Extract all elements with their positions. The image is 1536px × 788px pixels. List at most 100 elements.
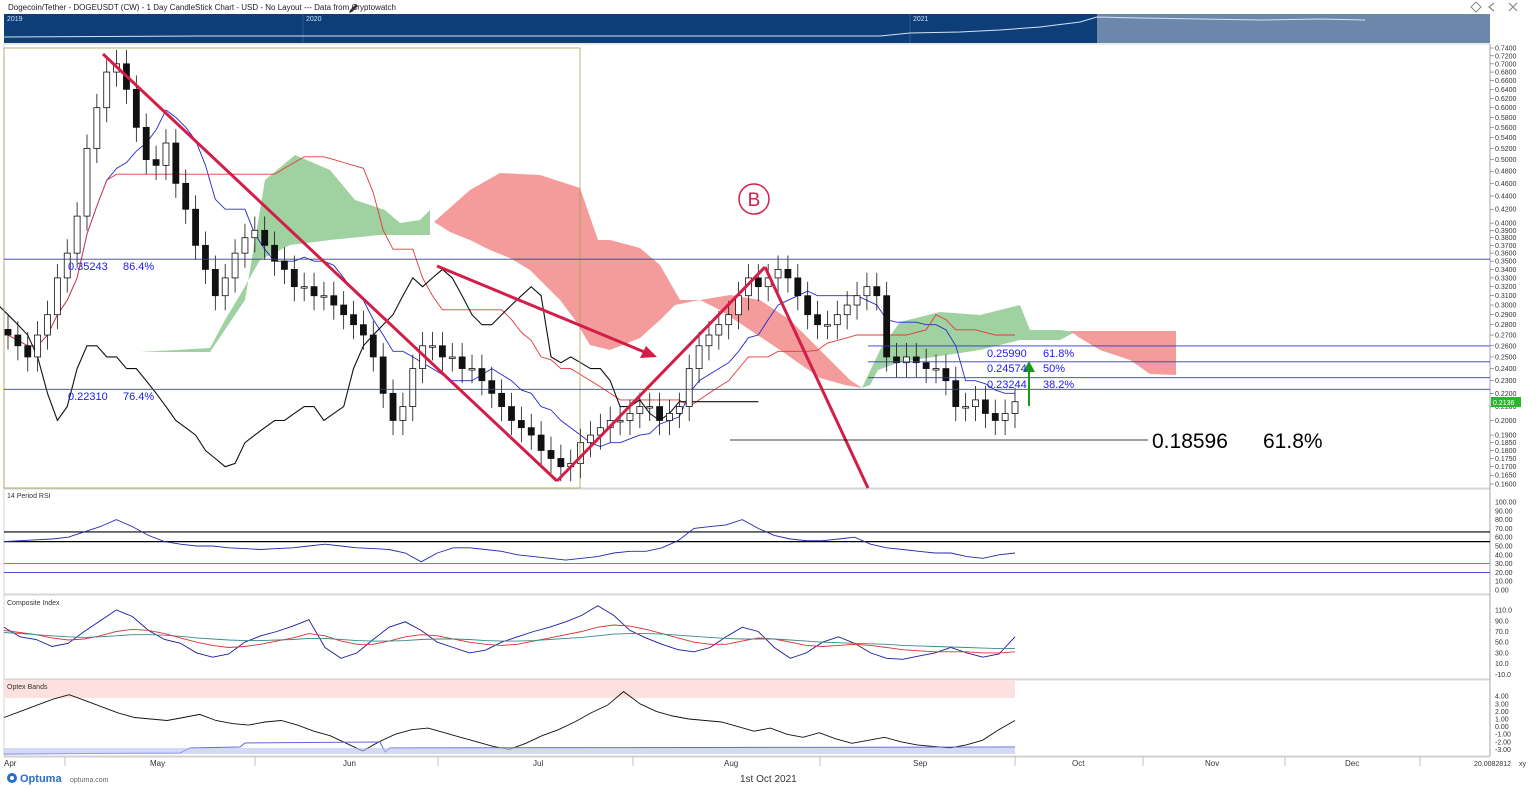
x-axis-label: May [150,759,165,768]
x-axis-label: Sep [913,759,928,768]
cloud-red-2 [1070,331,1176,375]
price-tick-label: 0.1750 [1495,456,1517,463]
rsi-tick-label: 70.00 [1495,526,1513,533]
candle-body [942,368,950,382]
candle-body [202,244,209,270]
rsi-panel: 100.0090.00 80.00 70.00 60.00 50.0040.00 30.0… [3,500,1517,595]
candle-body [360,324,367,336]
rsi-title: 14 Period RSI [7,493,51,500]
candle-body [1001,413,1009,421]
candle-body [784,269,792,279]
price-tick-label: 0.6200 [1495,96,1517,103]
price-tick-label: 0.5800 [1495,115,1517,122]
optex-tick-label: -1.00 [1495,732,1511,739]
candle-body [804,295,812,316]
candle-body [172,142,180,184]
brand-name: Optuma [20,773,62,785]
candle-body [814,314,821,326]
optex-panel: 4.003.002.001.000.00-1.00-2.00-3.00 [3,691,1511,755]
candle-body [152,159,160,166]
candle-body [458,356,466,369]
candle-body [24,345,32,358]
optex-tick-label: 1.00 [1495,717,1509,724]
candle-body [310,286,318,297]
candle-body [537,434,545,451]
candle-body [735,295,742,316]
fib-label-86-value: 0.35243 [68,261,108,273]
trend-line-down-2[interactable] [763,266,870,489]
candle-body [53,277,61,316]
composite-tick-label: 70.0 [1495,629,1509,636]
chevron-left-icon[interactable] [1488,2,1495,12]
date-label: 1st Oct 2021 [740,774,797,785]
price-tick-label: 0.1600 [1495,482,1517,489]
trend-line-down-1[interactable] [101,52,559,483]
candle-body [932,368,940,371]
price-tick-label: 0.6000 [1495,105,1517,112]
optex-band-fill [4,748,1015,754]
candle-body [853,295,861,306]
candle-body [103,71,111,109]
price-tick-label: 0.6600 [1495,78,1517,85]
optex-band-shade [4,680,1015,698]
price-tick-label: 0.5000 [1495,157,1517,164]
candle-body [547,450,555,459]
composite-tick-label: 110.0 [1495,608,1512,615]
rsi-tick-label: 30.00 [1495,561,1513,568]
rsi-tick-label: 40.00 [1495,552,1513,559]
big-fib-pct: 61.8% [1263,430,1323,453]
price-tick-label: 0.2300 [1495,378,1517,385]
diamond-icon[interactable] [1470,1,1482,13]
price-tick-label: 0.1900 [1495,433,1517,440]
candle-body [962,406,970,409]
optex-tick-label: 2.00 [1495,709,1509,716]
candle-body [369,334,377,358]
big-fib-value: 0.18596 [1152,430,1228,453]
candle-body [231,252,239,279]
fib-label-76-pct: 76.4% [123,391,154,403]
optex-tick-label: -2.00 [1495,739,1511,746]
chart-title: Dogecoin/Tether - DOGEUSDT (CW) - 1 Day … [8,3,396,12]
price-tick-label: 0.2900 [1495,312,1517,319]
price-tick-label: 0.3600 [1495,251,1517,258]
scale-readout: 20.0082812 [1474,761,1511,768]
price-tick-label: 0.4200 [1495,207,1517,214]
rsi-line [3,519,1016,563]
price-tick-label: 0.5200 [1495,146,1517,153]
candle-body [379,356,387,394]
candle-body [468,368,476,371]
composite-tick-label: 10.0 [1495,661,1509,668]
price-tick-label: 0.5600 [1495,125,1517,132]
candle-body [527,427,535,436]
last-price-value: 0.2136 [1493,400,1515,407]
price-axis: 0.74000.72000.7000 0.68000.6600 0.6400 0.62… [1490,46,1517,489]
composite-tick-label: 90.0 [1495,618,1509,625]
price-tick-label: 0.3200 [1495,284,1517,291]
rsi-tick-label: 0.00 [1495,588,1509,595]
rsi-tick-label: 90.00 [1495,508,1513,515]
x-axis-label: Apr [4,759,17,768]
candle-body [281,260,288,270]
price-tick-label: 0.3000 [1495,303,1517,310]
fib-label-618-pct: 61.8% [1043,348,1074,360]
price-tick-label: 0.1800 [1495,448,1517,455]
candle-body [1011,401,1019,414]
price-tick-label: 0.2400 [1495,366,1517,373]
optex-tick-label: -3.00 [1495,747,1511,754]
candle-body [754,277,762,288]
price-tick-label: 0.2600 [1495,343,1517,350]
close-icon[interactable] [1508,2,1518,12]
candle-body [389,392,397,421]
candle-body [972,399,979,407]
candlesticks [4,49,1019,482]
candle-body [863,286,871,297]
candle-body [843,304,851,316]
candle-body [142,126,150,161]
candle-body [241,237,249,254]
chart-root[interactable]: Dogecoin/Tether - DOGEUSDT (CW) - 1 Day … [0,0,1536,788]
candle-body [448,356,456,359]
candle-body [498,392,506,407]
navigator-bar[interactable]: 2019 2020 2021 [3,14,1490,43]
price-tick-label: 0.3500 [1495,259,1517,266]
rsi-tick-label: 80.00 [1495,517,1513,524]
